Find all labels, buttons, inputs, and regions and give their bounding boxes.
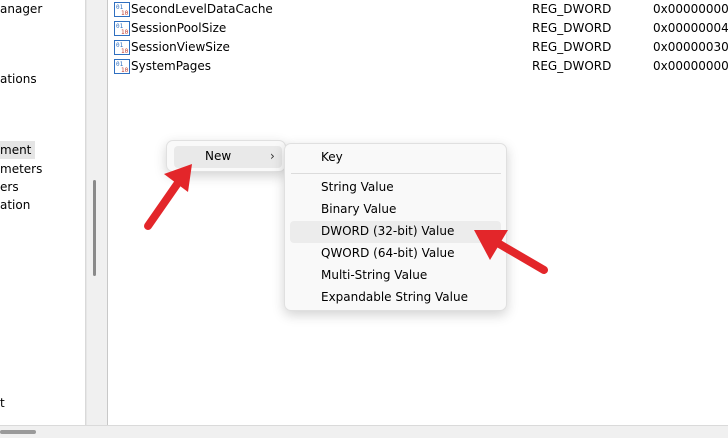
value-type: REG_DWORD [532, 59, 612, 73]
svg-text:10: 10 [121, 67, 129, 74]
menu-item-label: New [205, 149, 232, 163]
reg-binary-value-icon: 01 10 [114, 21, 130, 36]
submenu-item-string-value[interactable]: String Value [290, 177, 501, 199]
value-type: REG_DWORD [532, 21, 612, 35]
reg-binary-value-icon: 01 10 [114, 59, 130, 74]
value-name: SessionViewSize [131, 40, 230, 54]
reg-binary-value-icon: 01 10 [114, 2, 130, 17]
svg-text:10: 10 [121, 48, 129, 55]
value-type: REG_DWORD [532, 2, 612, 16]
value-row[interactable]: 01 10 SystemPages REG_DWORD 0x00000000 (… [108, 57, 728, 76]
tree-pane: anager ations ment meters ers ation t [0, 0, 86, 425]
horizontal-scrollbar-thumb[interactable] [0, 430, 36, 434]
value-data: 0x00000030 (4 [653, 40, 728, 54]
tree-scrollbar[interactable] [86, 0, 103, 425]
value-data: 0x00000004 (4 [653, 21, 728, 35]
value-row[interactable]: 01 10 SessionViewSize REG_DWORD 0x000000… [108, 38, 728, 57]
chevron-right-icon: › [270, 149, 275, 163]
tree-item[interactable]: meters [0, 160, 42, 178]
value-data: 0x00000000 (0 [653, 59, 728, 73]
value-name: SecondLevelDataCache [131, 2, 273, 16]
value-data: 0x00000000 (0 [653, 2, 728, 16]
tree-scrollbar-thumb[interactable] [93, 180, 96, 276]
svg-text:10: 10 [121, 10, 129, 17]
submenu-item-key[interactable]: Key [290, 147, 501, 169]
tree-item[interactable]: ation [0, 196, 30, 214]
menu-separator [291, 173, 501, 174]
tree-item[interactable]: t [0, 394, 5, 412]
tree-item[interactable]: ers [0, 178, 19, 196]
value-row[interactable]: 01 10 SessionPoolSize REG_DWORD 0x000000… [108, 19, 728, 38]
tree-item[interactable]: ations [0, 70, 37, 88]
value-row[interactable]: 01 10 SecondLevelDataCache REG_DWORD 0x0… [108, 0, 728, 19]
tree-item-selected[interactable]: ment [0, 141, 36, 159]
svg-text:10: 10 [121, 29, 129, 36]
value-name: SystemPages [131, 59, 212, 73]
annotation-arrow-icon [144, 164, 192, 230]
tree-item[interactable]: anager [0, 0, 42, 18]
value-type: REG_DWORD [532, 40, 612, 54]
value-name: SessionPoolSize [131, 21, 227, 35]
reg-binary-value-icon: 01 10 [114, 40, 130, 55]
annotation-arrow-icon [474, 230, 548, 274]
submenu-item-expandable-string-value[interactable]: Expandable String Value [290, 287, 501, 309]
submenu-item-binary-value[interactable]: Binary Value [290, 199, 501, 221]
horizontal-scrollbar[interactable] [0, 425, 728, 438]
